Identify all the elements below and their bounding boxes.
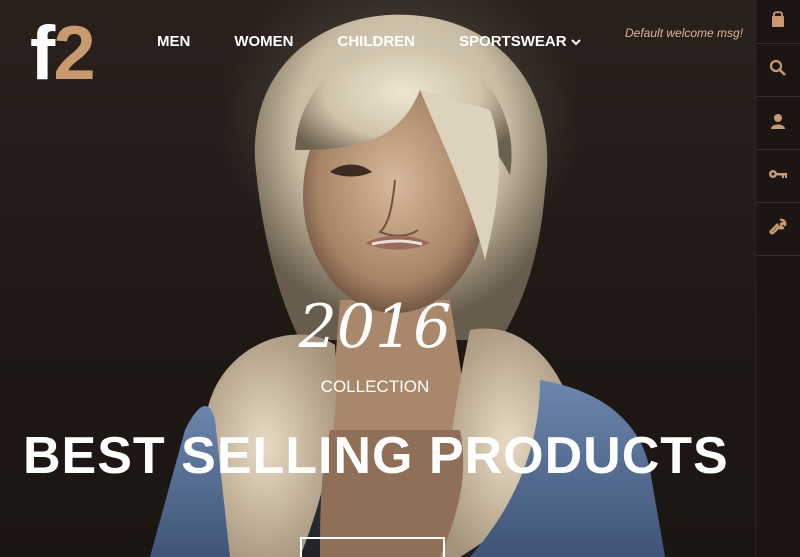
wrench-icon bbox=[769, 218, 787, 241]
bag-icon bbox=[769, 10, 787, 33]
logo-digit: 2 bbox=[53, 11, 95, 96]
brand-logo[interactable]: f2 bbox=[30, 16, 96, 92]
key-icon bbox=[768, 167, 788, 186]
right-sidebar bbox=[755, 0, 800, 557]
chevron-down-icon bbox=[570, 37, 581, 49]
welcome-message: Default welcome msg! bbox=[625, 26, 744, 40]
search-button[interactable] bbox=[756, 44, 800, 97]
main-navigation: MEN WOMEN CHILDREN SPORTSWEAR bbox=[157, 33, 581, 50]
logo-letter: f bbox=[30, 11, 55, 96]
settings-button[interactable] bbox=[756, 203, 800, 256]
nav-item-sportswear-label: SPORTSWEAR bbox=[459, 33, 567, 50]
nav-item-children[interactable]: CHILDREN bbox=[338, 33, 416, 50]
nav-item-sportswear[interactable]: SPORTSWEAR bbox=[459, 33, 581, 50]
account-button[interactable] bbox=[756, 97, 800, 150]
nav-item-men[interactable]: MEN bbox=[157, 33, 190, 50]
hero-collection-label: COLLECTION bbox=[320, 377, 430, 396]
nav-item-women[interactable]: WOMEN bbox=[234, 33, 293, 50]
hero-headline: BEST SELLING PRODUCTS bbox=[23, 427, 729, 485]
user-icon bbox=[769, 112, 787, 135]
hero-cta-button[interactable] bbox=[300, 537, 445, 557]
login-button[interactable] bbox=[756, 150, 800, 203]
cart-button[interactable] bbox=[756, 0, 800, 44]
search-icon bbox=[769, 59, 787, 82]
hero-year: 2016 bbox=[298, 292, 452, 362]
hero-banner: f2 MEN WOMEN CHILDREN SPORTSWEAR Default… bbox=[0, 0, 756, 557]
